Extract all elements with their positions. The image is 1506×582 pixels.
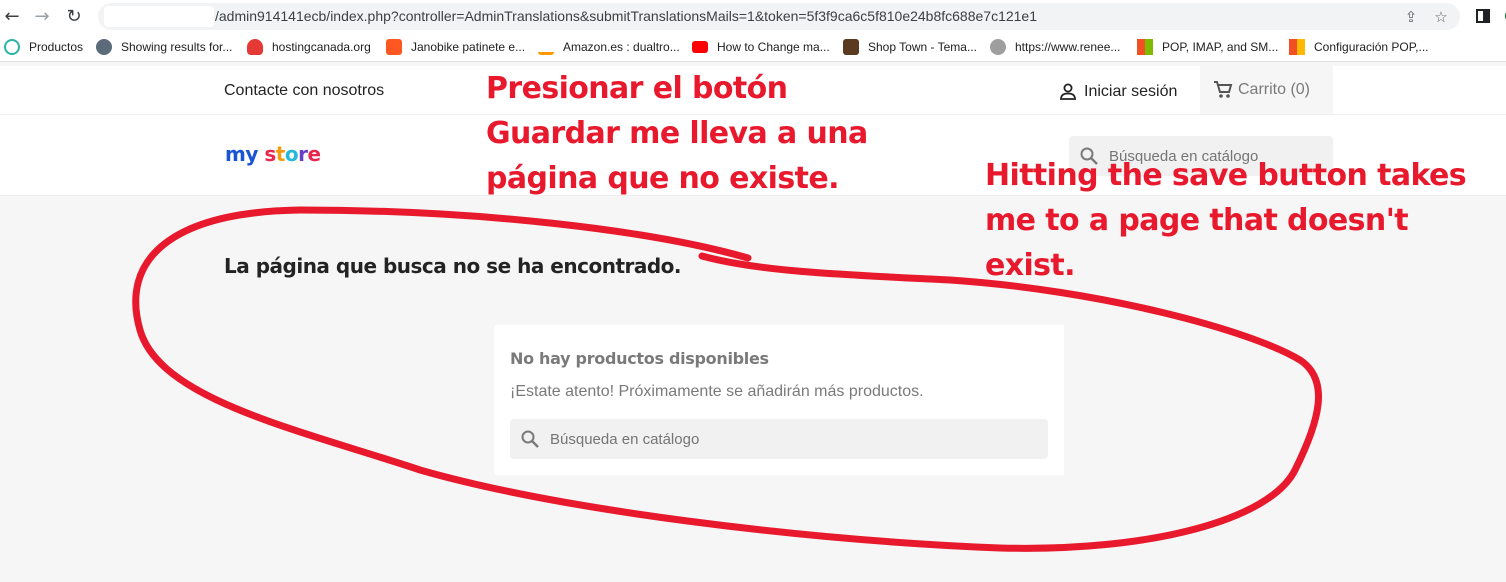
url-text: /admin914141ecb/index.php?controller=Adm… (215, 8, 1038, 24)
bookmark-shop-town[interactable]: Shop Town - Tema... (843, 38, 977, 56)
bookmark-configuracion-pop[interactable]: Configuración POP,... (1289, 38, 1429, 56)
annotation-english: Hitting the save button takes me to a pa… (985, 158, 1467, 283)
cart-label: Carrito (0) (1238, 81, 1311, 98)
bookmarks-bar: Productos Showing results for... hosting… (0, 33, 1506, 62)
url-redaction (104, 6, 214, 27)
bookmark-star-icon[interactable]: ☆ (1430, 6, 1452, 28)
store-logo[interactable]: my store (225, 142, 321, 166)
address-bar[interactable]: /admin914141ecb/index.php?controller=Adm… (98, 3, 1460, 30)
page-search[interactable] (510, 419, 1048, 459)
bookmark-favicon-icon (4, 39, 20, 55)
contact-link[interactable]: Contacte con nosotros (224, 82, 384, 100)
search-icon (521, 430, 539, 448)
browser-toolbar: ← → ↻ /admin914141ecb/index.php?controll… (0, 0, 1506, 33)
annotation-spanish: Presionar el botón Guardar me lleva a un… (486, 71, 868, 196)
share-icon[interactable]: ⇪ (1400, 6, 1422, 28)
profile-icon[interactable] (1496, 5, 1506, 27)
cloud-icon (247, 39, 263, 55)
user-icon (1060, 83, 1076, 100)
forward-arrow-icon[interactable]: → (30, 4, 54, 28)
empty-products-card: No hay productos disponibles ¡Estate ate… (494, 325, 1064, 475)
empty-products-text: ¡Estate atento! Próximamente se añadirán… (510, 383, 924, 400)
cart-icon (1214, 81, 1233, 98)
bookmark-renee[interactable]: https://www.renee... (990, 38, 1120, 56)
back-arrow-icon[interactable]: ← (0, 4, 24, 28)
signin-link[interactable]: Iniciar sesión (1058, 82, 1177, 102)
microsoft-icon (1289, 39, 1305, 55)
amazon-icon (538, 39, 554, 55)
bookmark-pop-imap[interactable]: POP, IMAP, and SM... (1137, 38, 1278, 56)
bookmark-janobike[interactable]: Janobike patinete e... (386, 38, 525, 56)
page-search-input[interactable] (550, 430, 750, 448)
cart-button[interactable]: Carrito (0) (1200, 66, 1333, 114)
reload-icon[interactable]: ↻ (62, 4, 86, 28)
side-panel-icon[interactable] (1472, 5, 1494, 27)
bookmark-showing-results[interactable]: Showing results for... (96, 38, 232, 56)
bookmark-favicon-icon (990, 39, 1006, 55)
youtube-icon (692, 41, 708, 53)
empty-products-title: No hay productos disponibles (510, 349, 769, 368)
microsoft-icon (1137, 39, 1153, 55)
bookmark-productos[interactable]: Productos (4, 38, 83, 56)
bookmark-favicon-icon (843, 39, 859, 55)
bookmark-hostingcanada[interactable]: hostingcanada.org (247, 38, 371, 56)
bookmark-amazon[interactable]: Amazon.es : dualtro... (538, 38, 680, 56)
bookmark-favicon-icon (96, 39, 112, 55)
signin-label: Iniciar sesión (1084, 83, 1178, 100)
bookmark-favicon-icon (386, 39, 402, 55)
page-title: La página que busca no se ha encontrado. (224, 254, 682, 278)
bookmark-youtube[interactable]: How to Change ma... (692, 38, 830, 56)
